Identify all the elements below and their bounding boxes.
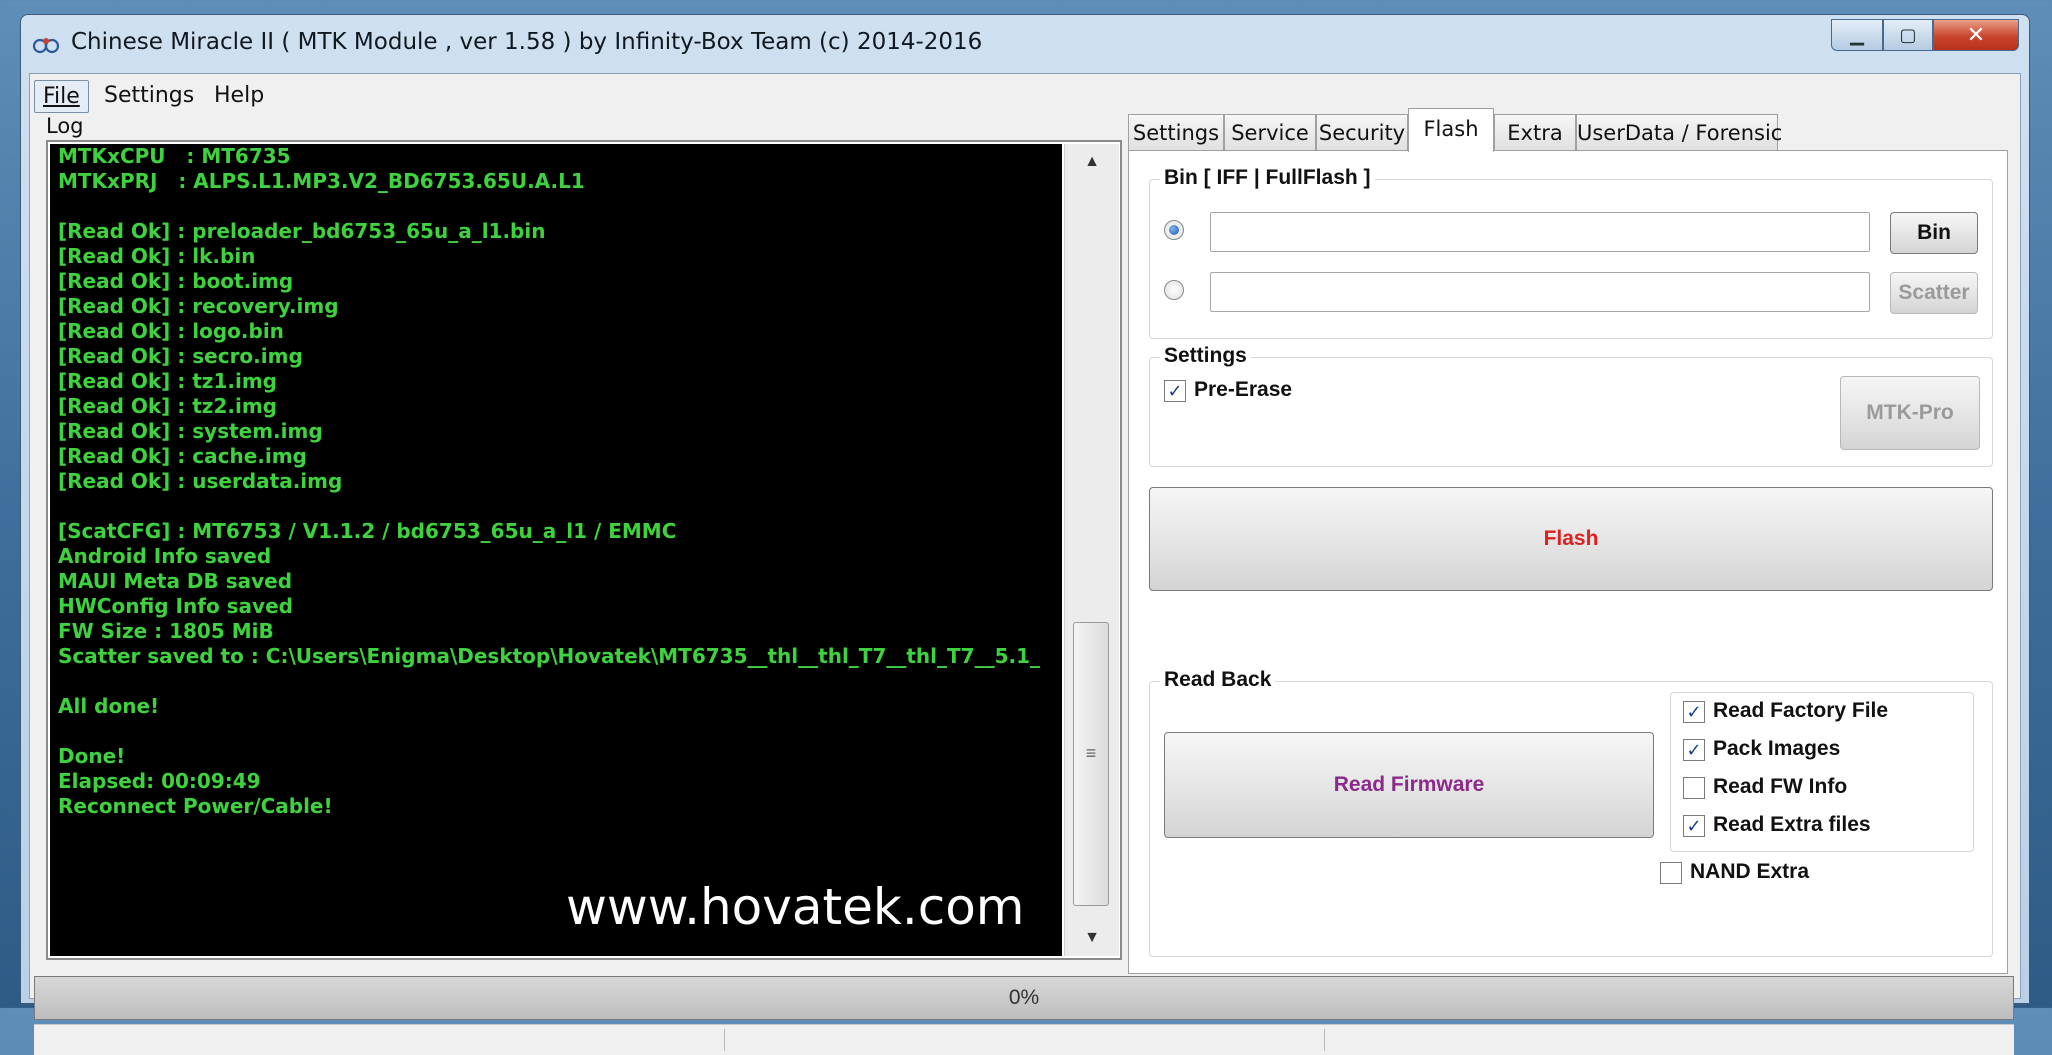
infinity-box-icon (32, 38, 60, 54)
log-line: [Read Ok] : tz2.img (58, 394, 277, 418)
tab-extra[interactable]: Extra (1494, 114, 1576, 150)
log-line: HWConfig Info saved (58, 594, 293, 618)
status-bar (34, 1024, 2014, 1055)
read-option-checkbox[interactable]: ✓ (1683, 701, 1705, 723)
menu-file-label: File (43, 84, 80, 109)
client-area: File Settings Help Log MTKxCPU : MT6735 M… (29, 73, 2021, 1055)
tab-service[interactable]: Service (1224, 114, 1316, 150)
window-title: Chinese Miracle II ( MTK Module , ver 1.… (71, 29, 983, 55)
read-firmware-button[interactable]: Read Firmware (1164, 732, 1654, 838)
log-output[interactable]: MTKxCPU : MT6735 MTKxPRJ : ALPS.L1.MP3.V2… (50, 144, 1062, 956)
scatter-radio[interactable] (1164, 280, 1184, 300)
menu-help[interactable]: Help (206, 80, 272, 111)
log-line: MTKxCPU : MT6735 (58, 144, 291, 168)
log-line: Android Info saved (58, 544, 272, 568)
menu-help-label: Help (214, 83, 265, 108)
close-icon: ✕ (1966, 22, 1986, 47)
read-options-box: ✓ Read Factory File ✓ Pack Images Read FW In… (1670, 692, 1974, 852)
scroll-thumb[interactable]: ≡ (1073, 622, 1109, 906)
settings-group: Settings ✓ Pre-Erase MTK-Pro (1149, 344, 1993, 467)
minimize-button[interactable]: ▁ (1831, 19, 1883, 51)
log-line: Scatter saved to : C:\Users\Enigma\Deskt… (58, 644, 1041, 668)
log-line: [Read Ok] : recovery.img (58, 294, 339, 318)
nand-extra-checkbox[interactable] (1660, 862, 1682, 884)
read-option-checkbox[interactable] (1683, 777, 1705, 799)
maximize-icon: ▢ (1899, 25, 1917, 45)
pre-erase-checkbox[interactable]: ✓ (1164, 380, 1186, 402)
log-scrollbar[interactable]: ▲ ≡ ▼ (1064, 144, 1119, 956)
log-panel: MTKxCPU : MT6735 MTKxPRJ : ALPS.L1.MP3.V2… (46, 140, 1122, 960)
progress-bar: 0% (34, 976, 2014, 1020)
log-line: MAUI Meta DB saved (58, 569, 293, 593)
log-line: [Read Ok] : cache.img (58, 444, 307, 468)
scatter-button[interactable]: Scatter (1890, 272, 1978, 314)
flash-tab-panel: Bin [ IFF | FullFlash ] Bin Scatter Sett… (1128, 150, 2008, 974)
read-option-label: Read FW Info (1713, 775, 1848, 798)
read-option-checkbox[interactable]: ✓ (1683, 739, 1705, 761)
log-line: MTKxPRJ : ALPS.L1.MP3.V2_BD6753.65U.A.L1 (58, 169, 585, 193)
tab-flash[interactable]: Flash (1408, 108, 1494, 152)
menu-file[interactable]: File (34, 80, 89, 113)
status-separator (1324, 1029, 1325, 1051)
bin-radio[interactable] (1164, 220, 1184, 240)
bin-group-title: Bin [ IFF | FullFlash ] (1160, 166, 1375, 190)
watermark: www.hovatek.com (566, 878, 1025, 936)
log-line: Reconnect Power/Cable! (58, 794, 333, 818)
read-option-label: Read Factory File (1713, 699, 1889, 722)
tab-settings[interactable]: Settings (1128, 114, 1224, 150)
log-lines: MTKxCPU : MT6735 MTKxPRJ : ALPS.L1.MP3.V2… (58, 144, 1040, 819)
app-window: Chinese Miracle II ( MTK Module , ver 1.… (20, 14, 2030, 1055)
log-line: [Read Ok] : secro.img (58, 344, 303, 368)
status-separator (724, 1029, 725, 1051)
settings-group-title: Settings (1160, 344, 1251, 368)
nand-extra-label: NAND Extra (1690, 860, 1810, 883)
read-option-checkbox[interactable]: ✓ (1683, 815, 1705, 837)
log-line: [Read Ok] : boot.img (58, 269, 294, 293)
log-line: [ScatCFG] : MT6753 / V1.1.2 / bd6753_65u… (58, 519, 677, 543)
log-line: [Read Ok] : lk.bin (58, 244, 256, 268)
menu-bar: File Settings Help (30, 74, 2020, 114)
bin-path-input[interactable] (1210, 212, 1870, 252)
log-line: [Read Ok] : tz1.img (58, 369, 277, 393)
log-line: Done! (58, 744, 126, 768)
scroll-down-icon[interactable]: ▼ (1065, 920, 1119, 956)
bin-button[interactable]: Bin (1890, 212, 1978, 254)
close-button[interactable]: ✕ (1933, 19, 2019, 51)
menu-settings[interactable]: Settings (96, 80, 202, 111)
log-line: All done! (58, 694, 160, 718)
read-back-group-title: Read Back (1160, 668, 1276, 692)
menu-settings-label: Settings (104, 83, 195, 108)
grip-icon: ≡ (1085, 743, 1097, 763)
tab-userdata-forensic[interactable]: UserData / Forensic (1576, 114, 1782, 150)
flash-button[interactable]: Flash (1149, 487, 1993, 591)
maximize-button[interactable]: ▢ (1883, 19, 1933, 51)
log-line: [Read Ok] : logo.bin (58, 319, 284, 343)
progress-text: 0% (1008, 986, 1040, 1009)
tab-security[interactable]: Security (1316, 114, 1408, 150)
mtk-pro-button[interactable]: MTK-Pro (1840, 376, 1980, 450)
read-back-group: Read Back Read Firmware ✓ Read Factory Fi… (1149, 668, 1993, 957)
bin-group: Bin [ IFF | FullFlash ] Bin Scatter (1149, 166, 1993, 339)
read-option-label: Pack Images (1713, 737, 1841, 760)
pre-erase-label: Pre-Erase (1194, 378, 1293, 401)
log-line: FW Size : 1805 MiB (58, 619, 274, 643)
read-option-label: Read Extra files (1713, 813, 1871, 836)
log-line: [Read Ok] : preloader_bd6753_65u_a_l1.bi… (58, 219, 546, 243)
scatter-path-input[interactable] (1210, 272, 1870, 312)
log-line: Elapsed: 00:09:49 (58, 769, 261, 793)
log-line: [Read Ok] : userdata.img (58, 469, 343, 493)
scroll-up-icon[interactable]: ▲ (1065, 144, 1119, 180)
log-label: Log (46, 114, 84, 138)
minimize-icon: ▁ (1850, 25, 1864, 45)
title-bar[interactable]: Chinese Miracle II ( MTK Module , ver 1.… (21, 15, 2029, 73)
log-line: [Read Ok] : system.img (58, 419, 323, 443)
